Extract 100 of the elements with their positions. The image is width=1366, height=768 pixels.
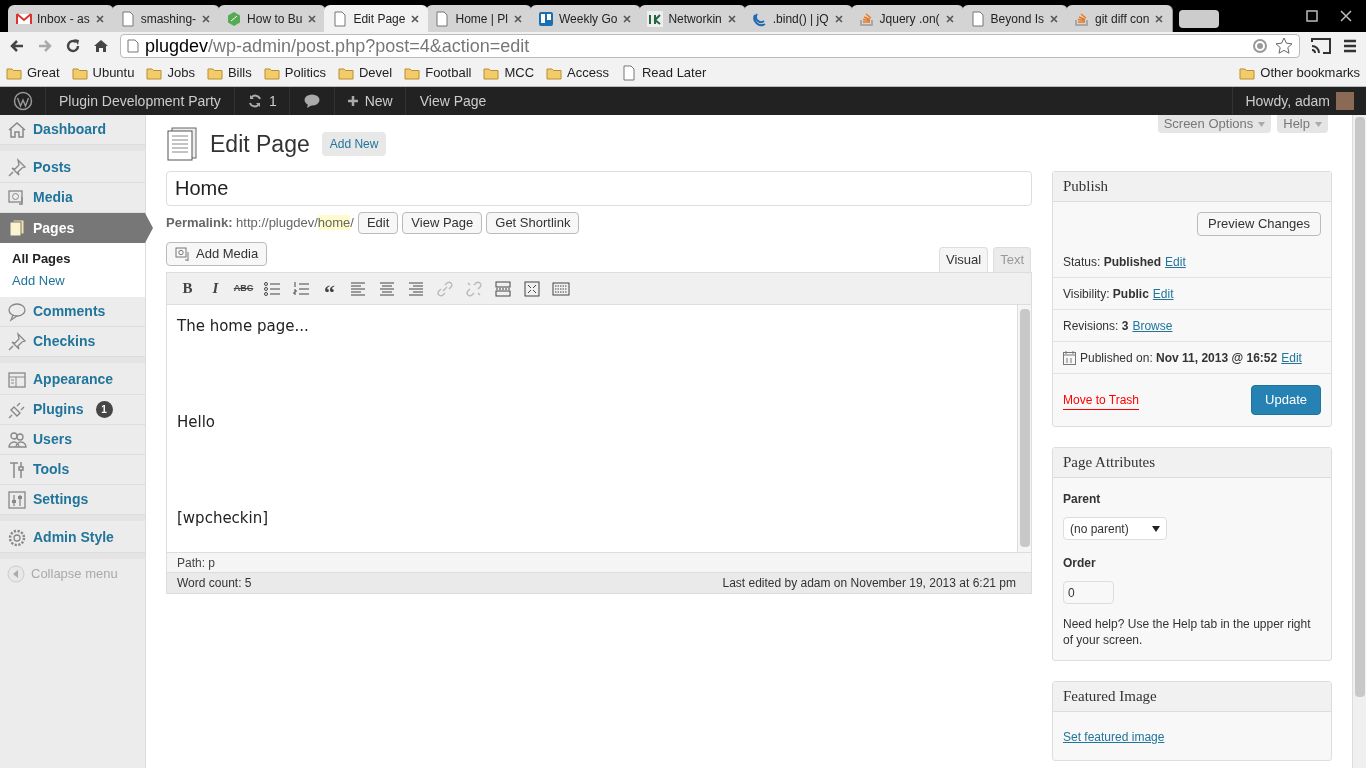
browser-tab[interactable]: git diff con (1066, 5, 1174, 32)
sidebar-item[interactable]: Tools (0, 455, 145, 485)
sidebar-item[interactable]: Comments (0, 297, 145, 327)
element-path: Path: p (167, 552, 1031, 572)
close-icon[interactable] (512, 13, 523, 24)
home-icon[interactable] (92, 37, 110, 55)
help-tab[interactable]: Help (1277, 115, 1328, 133)
close-icon[interactable] (1049, 13, 1059, 24)
close-icon[interactable] (622, 13, 633, 24)
cast-icon[interactable] (1310, 37, 1332, 55)
sidebar-item[interactable]: Appearance (0, 365, 145, 395)
new-tab-button[interactable] (1179, 10, 1220, 28)
submenu-item[interactable]: Add New (0, 270, 145, 292)
close-icon[interactable] (201, 13, 212, 24)
browser-tab[interactable]: .bind() | jQ (743, 5, 853, 32)
star-icon[interactable] (1275, 37, 1293, 55)
tab-title: .bind() | jQ (772, 10, 829, 28)
scrollbar-thumb[interactable] (1354, 117, 1365, 697)
refresh-icon[interactable] (246, 93, 263, 109)
update-button[interactable]: Update (1251, 385, 1321, 415)
order-field[interactable]: 0 (1063, 581, 1114, 604)
bookmark[interactable]: Ubuntu (92, 63, 135, 83)
bookmark[interactable]: Great (27, 63, 60, 83)
maximize-icon[interactable] (1306, 10, 1318, 22)
browser-tab[interactable]: smashing- (111, 5, 221, 32)
logo-icon[interactable] (12, 91, 33, 111)
plus-icon[interactable] (346, 95, 359, 107)
sidebar-item[interactable]: Posts (0, 153, 145, 183)
browser-tab[interactable]: Edit Page (324, 5, 429, 32)
close-icon[interactable] (833, 13, 844, 24)
add-media-button[interactable]: Add Media (166, 242, 268, 266)
set-featured-image-link[interactable]: Set featured image (1063, 730, 1165, 744)
board-icon (537, 10, 554, 27)
paragraph: Hello (177, 412, 217, 431)
page-icon (332, 10, 349, 27)
page-icon (434, 10, 451, 27)
menu-icon[interactable] (1342, 38, 1358, 54)
view-page-link[interactable]: View Page (405, 87, 501, 115)
title-field[interactable]: Home (166, 171, 1032, 206)
toolbar-bold-button[interactable]: B (177, 277, 198, 300)
toolbar-strike-button[interactable]: ABC (233, 277, 254, 300)
browser-tab[interactable]: Home | Pl (426, 5, 532, 32)
sidebar-item[interactable]: Dashboard (0, 115, 145, 145)
fullscreen-icon[interactable] (523, 279, 541, 298)
sidebar-item[interactable]: Users (0, 425, 145, 455)
submenu-item[interactable]: All Pages (0, 248, 145, 270)
permalink-button[interactable]: View Page (402, 212, 483, 234)
close-icon[interactable] (944, 13, 955, 24)
browser-tab[interactable]: Beyond Is (961, 5, 1068, 32)
update-count[interactable]: 1 (268, 90, 277, 112)
add-new-button[interactable]: Add New (321, 132, 387, 156)
tab-title: Inbox - as (37, 10, 90, 28)
close-icon[interactable] (94, 13, 105, 24)
sidebar-item[interactable]: Settings (0, 485, 145, 515)
bullet-list-icon[interactable] (263, 279, 281, 298)
bookmark[interactable]: MCC (504, 63, 535, 83)
bookmark[interactable]: Politics (284, 63, 326, 83)
read-more-icon[interactable] (494, 279, 512, 298)
bookmark[interactable]: Jobs (167, 63, 195, 83)
close-icon[interactable] (410, 13, 421, 24)
close-icon[interactable] (1154, 13, 1165, 24)
screen-options-tab[interactable]: Screen Options (1157, 115, 1272, 133)
target-icon[interactable] (1251, 37, 1269, 55)
scrollbar-thumb[interactable] (1019, 309, 1030, 547)
permalink-button[interactable]: Edit (357, 212, 399, 234)
comment-icon[interactable] (303, 94, 320, 108)
toolbar-italic-button[interactable]: I (205, 277, 226, 300)
browser-tab[interactable]: Weekly Go (529, 5, 642, 32)
close-icon[interactable] (307, 13, 318, 24)
browser-tab[interactable]: How to Bu (218, 5, 327, 32)
bookmark[interactable]: Football (425, 63, 472, 83)
bookmark[interactable]: Read Later (641, 63, 707, 83)
permalink-button[interactable]: Get Shortlink (486, 212, 580, 234)
tab-title: How to Bu (247, 10, 303, 28)
edit-link[interactable]: Edit (1281, 348, 1302, 367)
preview-changes-button[interactable]: Preview Changes (1197, 212, 1321, 236)
address-bar[interactable]: plugdev/wp-admin/post.php?post=4&action=edit (120, 34, 1300, 58)
bookmark[interactable]: Devel (358, 63, 393, 83)
toolbar-quote-button[interactable]: “ (319, 277, 340, 300)
new-link[interactable]: New (364, 90, 393, 112)
bookmark[interactable]: Other bookmarks (1260, 63, 1360, 83)
parent-dropdown[interactable]: (no parent) (1063, 517, 1167, 540)
close-icon[interactable] (1340, 10, 1352, 22)
editor-tab[interactable]: Visual (938, 247, 989, 272)
browser-tab[interactable]: Networkin (639, 5, 746, 32)
browser-tab[interactable]: Inbox - as (8, 5, 114, 32)
user-greeting[interactable]: Howdy, adam (1245, 90, 1330, 112)
sidebar-item[interactable]: Admin Style (0, 523, 145, 553)
edit-link[interactable]: Edit (1152, 284, 1174, 303)
sidebar-item[interactable]: Plugins 1 (0, 395, 145, 425)
edit-link[interactable]: Edit (1165, 252, 1186, 271)
browser-tab[interactable]: Jquery .on( (850, 5, 964, 32)
reload-icon[interactable] (64, 37, 82, 55)
bookmark[interactable]: Access (567, 63, 609, 83)
close-icon[interactable] (726, 13, 737, 24)
edit-link[interactable]: Browse (1132, 316, 1173, 335)
sidebar-item[interactable]: Checkins (0, 327, 145, 357)
permalink-text: Permalink: http://plugdev/home/ (166, 214, 354, 233)
move-to-trash-link[interactable]: Move to Trash (1063, 390, 1140, 410)
bookmark[interactable]: Bills (227, 63, 252, 83)
